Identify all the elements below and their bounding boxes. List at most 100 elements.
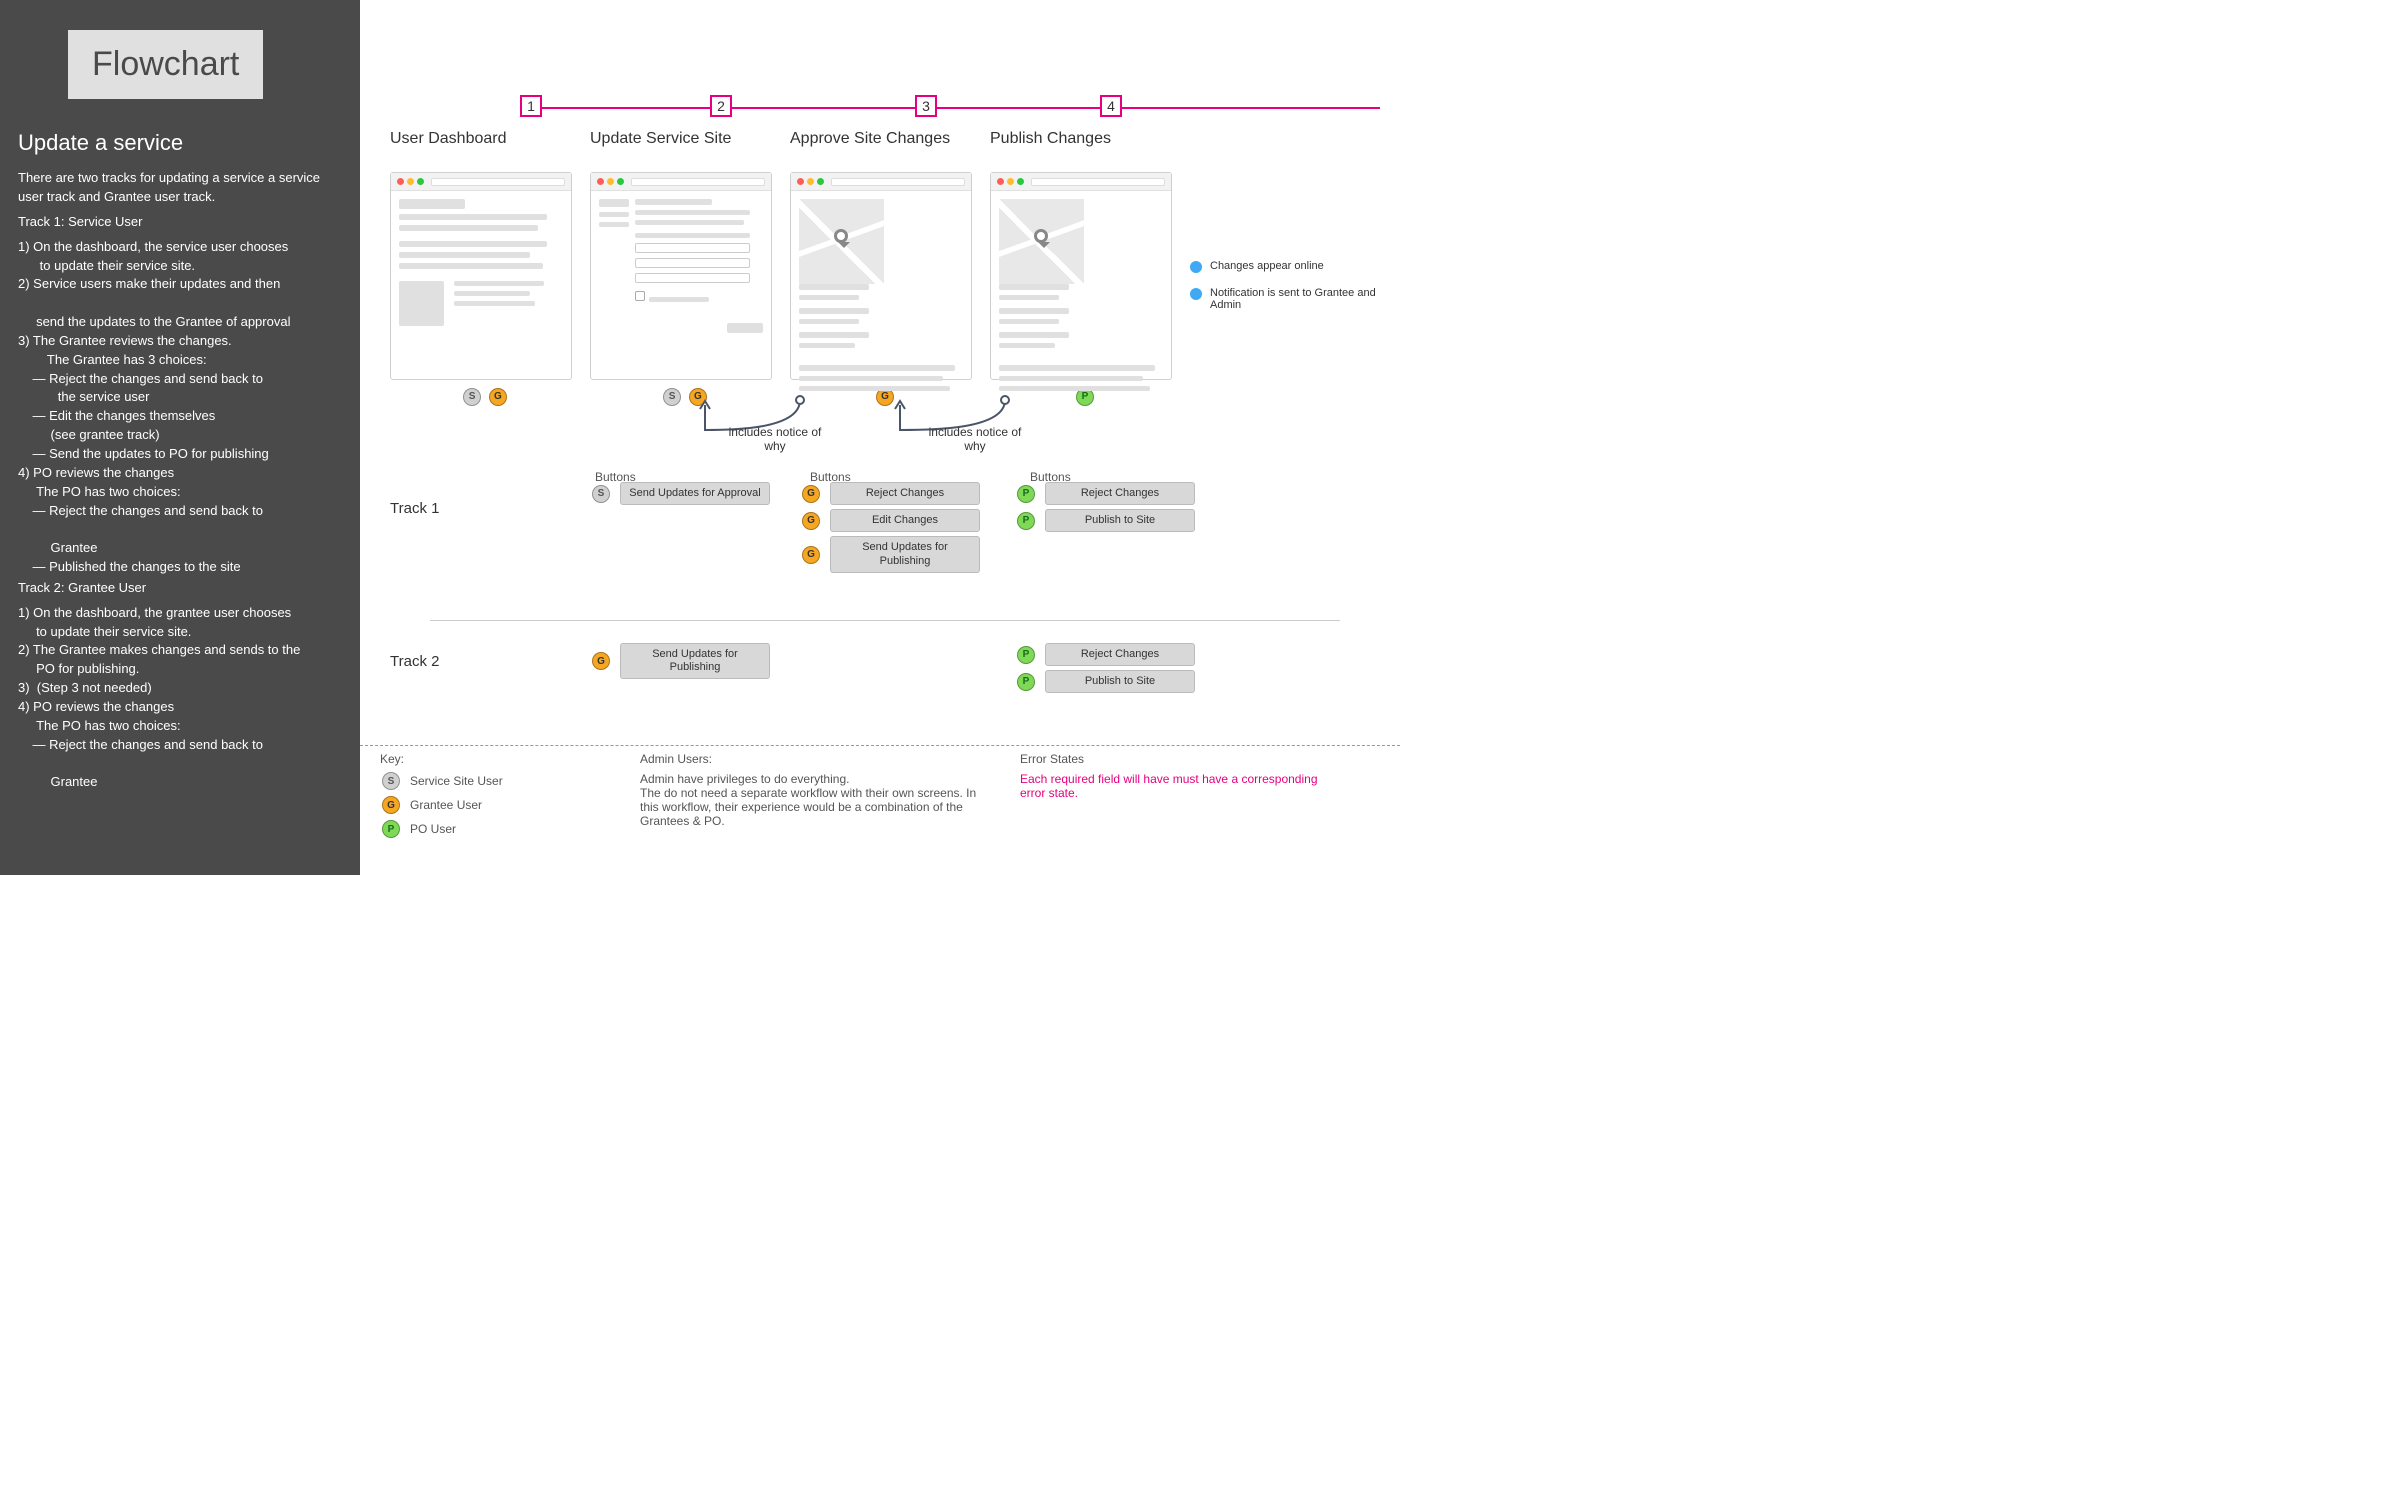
- key-label-s: Service Site User: [410, 774, 503, 788]
- col-4-title: Publish Changes: [990, 130, 1180, 154]
- admin-section: Admin Users: Admin have privileges to do…: [640, 752, 980, 844]
- role-g-icon: G: [689, 388, 707, 406]
- reject-changes-button[interactable]: Reject Changes: [830, 482, 980, 505]
- map-pin-icon: [834, 229, 848, 243]
- role-s-icon: S: [382, 772, 400, 790]
- admin-text: Admin have privileges to do everything. …: [640, 772, 980, 828]
- role-g-icon: G: [802, 485, 820, 503]
- publish-to-site-button[interactable]: Publish to Site: [1045, 670, 1195, 693]
- edit-changes-button[interactable]: Edit Changes: [830, 509, 980, 532]
- send-updates-publishing-button[interactable]: Send Updates for Publishing: [620, 643, 770, 679]
- browser-mock-1: [390, 172, 572, 380]
- footer-divider: [360, 745, 1400, 746]
- t2-c4-item: P Reject Changes: [1015, 643, 1195, 666]
- role-p-icon: P: [1017, 673, 1035, 691]
- role-p-icon: P: [382, 820, 400, 838]
- step-timeline: 1 2 3 4: [420, 95, 1400, 119]
- footer: Key: S Service Site User G Grantee User …: [380, 752, 1380, 844]
- col-4: Publish Changes: [990, 130, 1180, 406]
- send-updates-approval-button[interactable]: Send Updates for Approval: [620, 482, 770, 505]
- role-s-icon: S: [463, 388, 481, 406]
- key-row-p: P PO User: [380, 820, 600, 838]
- track2-label: Track 2: Grantee User: [18, 579, 342, 598]
- t2-c2-item: G Send Updates for Publishing: [590, 643, 770, 679]
- map-thumbnail: [999, 199, 1084, 284]
- t1-c3-item: G Reject Changes: [800, 482, 980, 505]
- role-g-icon: G: [592, 652, 610, 670]
- role-g-icon: G: [802, 512, 820, 530]
- close-dot-icon: [997, 178, 1004, 185]
- close-dot-icon: [797, 178, 804, 185]
- map-pin-icon: [1034, 229, 1048, 243]
- browser-chrome: [991, 173, 1171, 191]
- key-title: Key:: [380, 752, 600, 766]
- track1-label: Track 1: Service User: [18, 213, 342, 232]
- browser-chrome: [791, 173, 971, 191]
- timeline-line: [530, 107, 1380, 109]
- browser-chrome: [591, 173, 771, 191]
- error-section: Error States Each required field will ha…: [1020, 752, 1320, 844]
- close-dot-icon: [597, 178, 604, 185]
- key-legend: Key: S Service Site User G Grantee User …: [380, 752, 600, 844]
- track-1-row: Track 1 S Send Updates for Approval G Re…: [390, 470, 1380, 590]
- mini-legend: Changes appear online Notification is se…: [1190, 260, 1380, 325]
- address-bar: [831, 178, 965, 186]
- col-2: Update Service Site: [590, 130, 780, 406]
- key-row-g: G Grantee User: [380, 796, 600, 814]
- t1-c2-item: S Send Updates for Approval: [590, 482, 770, 505]
- legend-text-1: Changes appear online: [1210, 260, 1324, 272]
- browser-mock-3: [790, 172, 972, 380]
- roles-col-2: S G: [590, 386, 780, 406]
- key-label-p: PO User: [410, 822, 456, 836]
- roles-col-1: S G: [390, 386, 580, 406]
- flowchart-title: Flowchart: [68, 30, 263, 99]
- role-p-icon: P: [1017, 646, 1035, 664]
- reject-changes-button[interactable]: Reject Changes: [1045, 482, 1195, 505]
- max-dot-icon: [617, 178, 624, 185]
- role-s-icon: S: [663, 388, 681, 406]
- browser-chrome: [391, 173, 571, 191]
- notice-annotation-2: includes notice of why: [920, 425, 1030, 453]
- track1-steps: 1) On the dashboard, the service user ch…: [18, 238, 342, 577]
- role-s-icon: S: [592, 485, 610, 503]
- legend-dot-icon: [1190, 261, 1202, 273]
- col-1-title: User Dashboard: [390, 130, 580, 154]
- max-dot-icon: [817, 178, 824, 185]
- browser-mock-2: [590, 172, 772, 380]
- role-g-icon: G: [489, 388, 507, 406]
- error-text: Each required field will have must have …: [1020, 772, 1320, 800]
- admin-title: Admin Users:: [640, 752, 980, 766]
- t1-c3-item: G Send Updates for Publishing: [800, 536, 980, 572]
- address-bar: [431, 178, 565, 186]
- browser-columns: User Dashboard: [390, 130, 1180, 406]
- page-heading: Update a service: [18, 127, 342, 159]
- notice-annotation-1: includes notice of why: [720, 425, 830, 453]
- col-3: Approve Site Changes: [790, 130, 980, 406]
- step-4: 4: [1100, 95, 1122, 117]
- role-g-icon: G: [802, 546, 820, 564]
- map-thumbnail: [799, 199, 884, 284]
- track1-row-label: Track 1: [390, 500, 439, 517]
- key-row-s: S Service Site User: [380, 772, 600, 790]
- sidebar: Flowchart Update a service There are two…: [0, 0, 360, 875]
- reject-changes-button[interactable]: Reject Changes: [1045, 643, 1195, 666]
- max-dot-icon: [1017, 178, 1024, 185]
- col-1: User Dashboard: [390, 130, 580, 406]
- min-dot-icon: [607, 178, 614, 185]
- address-bar: [1031, 178, 1165, 186]
- track-divider: [430, 620, 1340, 621]
- close-dot-icon: [397, 178, 404, 185]
- buttons-area: Buttons Buttons Buttons Track 1 S Send U…: [390, 470, 1380, 590]
- track2-steps: 1) On the dashboard, the grantee user ch…: [18, 604, 342, 792]
- error-title: Error States: [1020, 752, 1320, 766]
- publish-to-site-button[interactable]: Publish to Site: [1045, 509, 1195, 532]
- step-3: 3: [915, 95, 937, 117]
- send-updates-publishing-button[interactable]: Send Updates for Publishing: [830, 536, 980, 572]
- role-g-icon: G: [382, 796, 400, 814]
- track-2-area: Track 2 G Send Updates for Publishing P …: [390, 635, 1380, 755]
- t1-c3-item: G Edit Changes: [800, 509, 980, 532]
- key-label-g: Grantee User: [410, 798, 482, 812]
- intro-text: There are two tracks for updating a serv…: [18, 169, 342, 207]
- t1-c4-item: P Publish to Site: [1015, 509, 1195, 532]
- legend-text-2: Notification is sent to Grantee and Admi…: [1210, 287, 1380, 311]
